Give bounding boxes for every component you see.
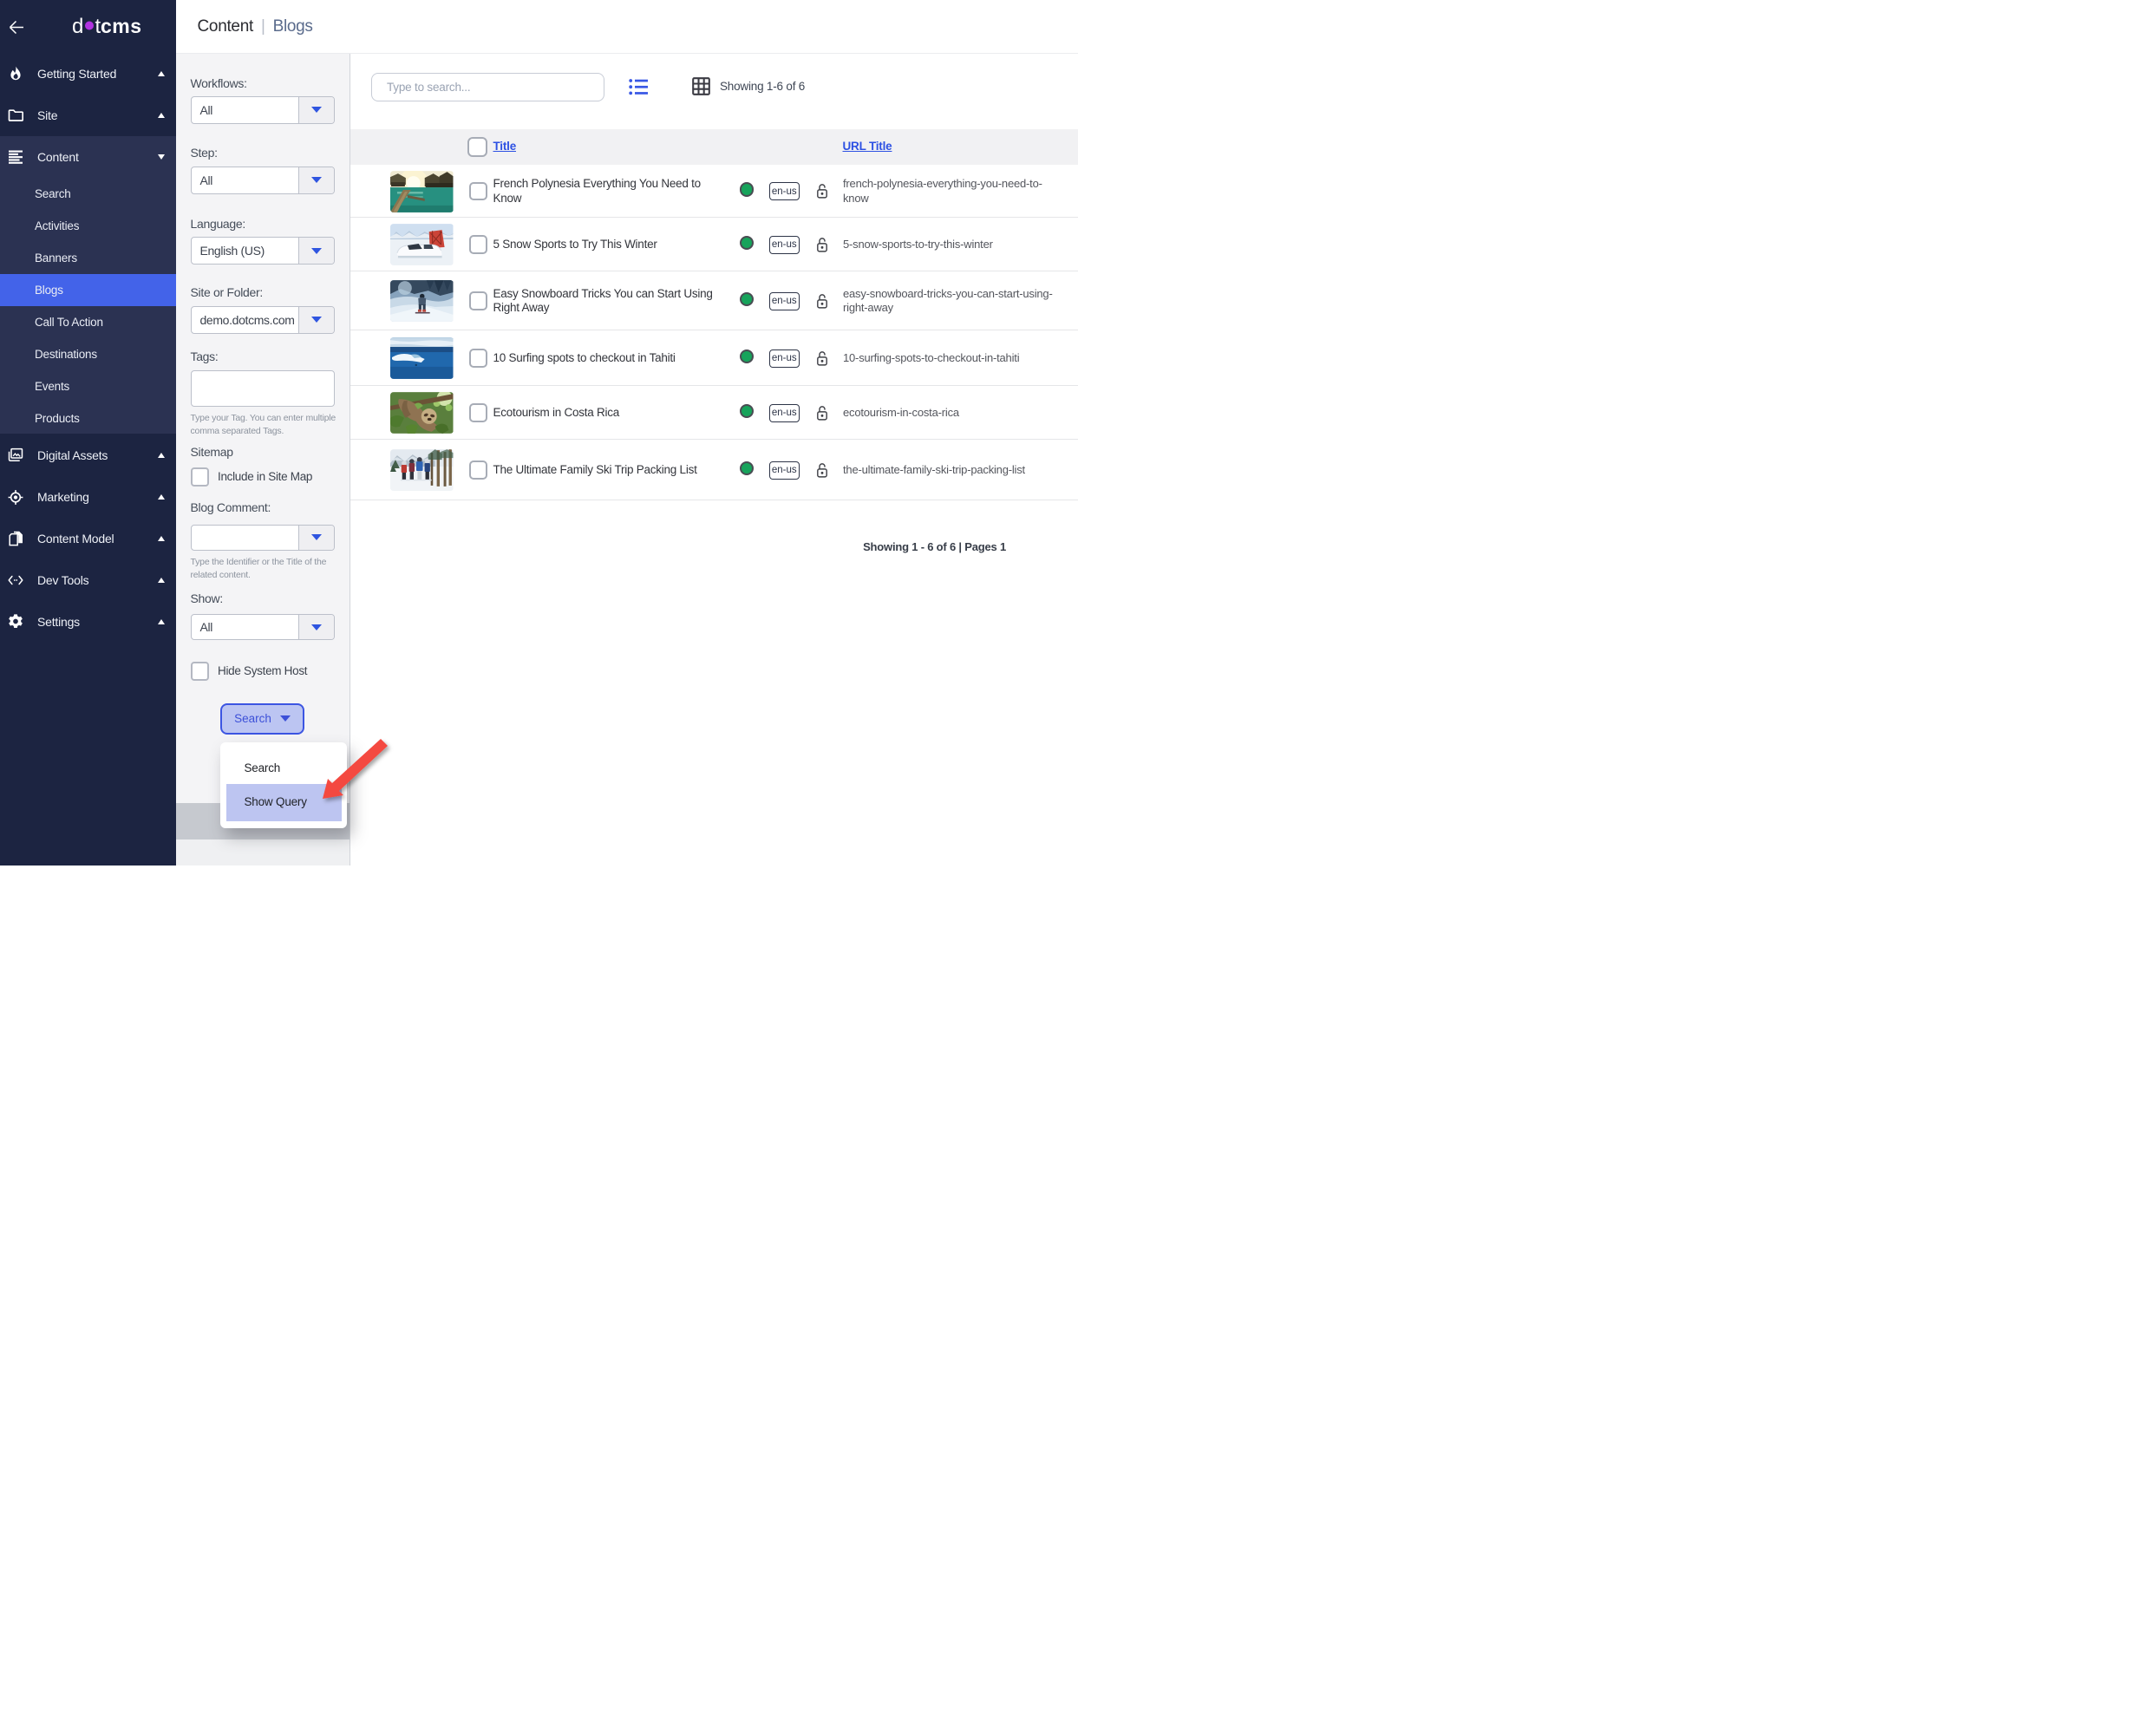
svg-text:d: d [73, 15, 83, 36]
svg-text:cms: cms [101, 15, 142, 36]
